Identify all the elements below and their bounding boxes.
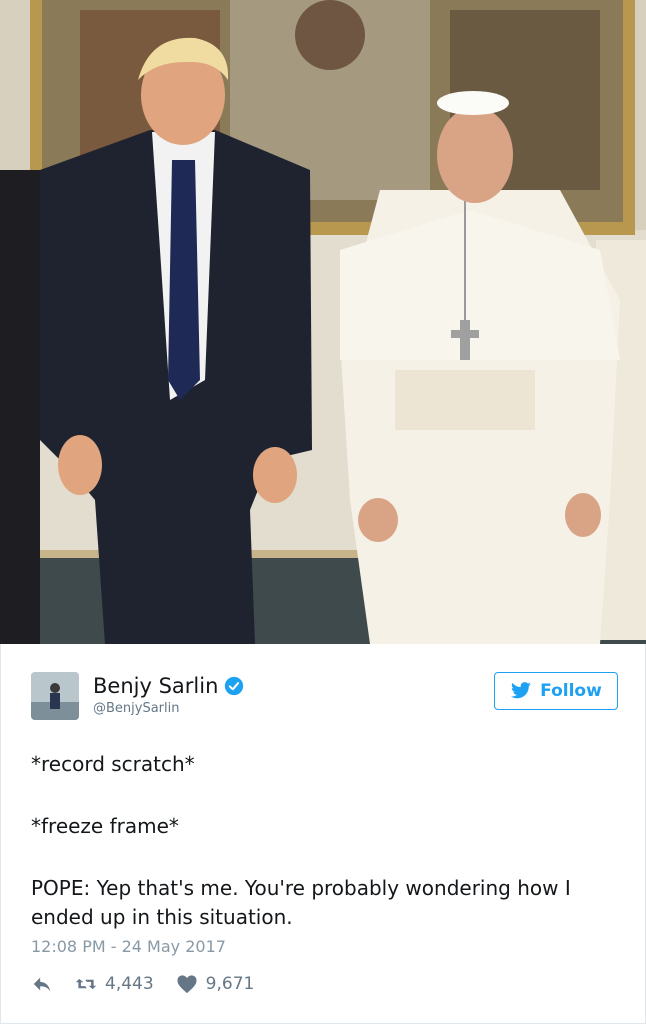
reply-icon bbox=[33, 977, 51, 992]
author-name-row[interactable]: Benjy Sarlin bbox=[93, 674, 244, 698]
photo-illustration bbox=[0, 0, 646, 644]
tweet-text: *record scratch* *freeze frame* POPE: Ye… bbox=[31, 750, 621, 932]
verified-badge-icon bbox=[225, 676, 244, 696]
twitter-bird-icon bbox=[511, 682, 532, 699]
author-avatar[interactable] bbox=[31, 672, 79, 720]
author-name[interactable]: Benjy Sarlin bbox=[93, 674, 218, 698]
like-button[interactable]: 9,671 bbox=[176, 974, 255, 994]
author-handle[interactable]: @BenjySarlin bbox=[93, 701, 180, 716]
tweet-line-2: *freeze frame* bbox=[31, 814, 179, 838]
tweet-timestamp[interactable]: 12:08 PM - 24 May 2017 bbox=[31, 937, 226, 956]
avatar-image bbox=[31, 672, 79, 720]
tweet-line-3: POPE: Yep that's me. You're probably won… bbox=[31, 876, 571, 929]
retweet-button[interactable]: 4,443 bbox=[75, 974, 154, 994]
tweet-photo[interactable] bbox=[0, 0, 646, 644]
reply-button[interactable] bbox=[31, 974, 53, 994]
follow-label: Follow bbox=[540, 681, 602, 701]
tweet-card: Benjy Sarlin @BenjySarlin Follow *record… bbox=[0, 644, 646, 1024]
heart-icon bbox=[177, 975, 197, 994]
tweet-line-1: *record scratch* bbox=[31, 752, 195, 776]
tweet-actions: 4,443 9,671 bbox=[31, 974, 254, 994]
retweet-count: 4,443 bbox=[105, 974, 154, 994]
like-count: 9,671 bbox=[205, 974, 255, 994]
retweet-icon bbox=[75, 978, 97, 990]
follow-button[interactable]: Follow bbox=[494, 672, 618, 710]
